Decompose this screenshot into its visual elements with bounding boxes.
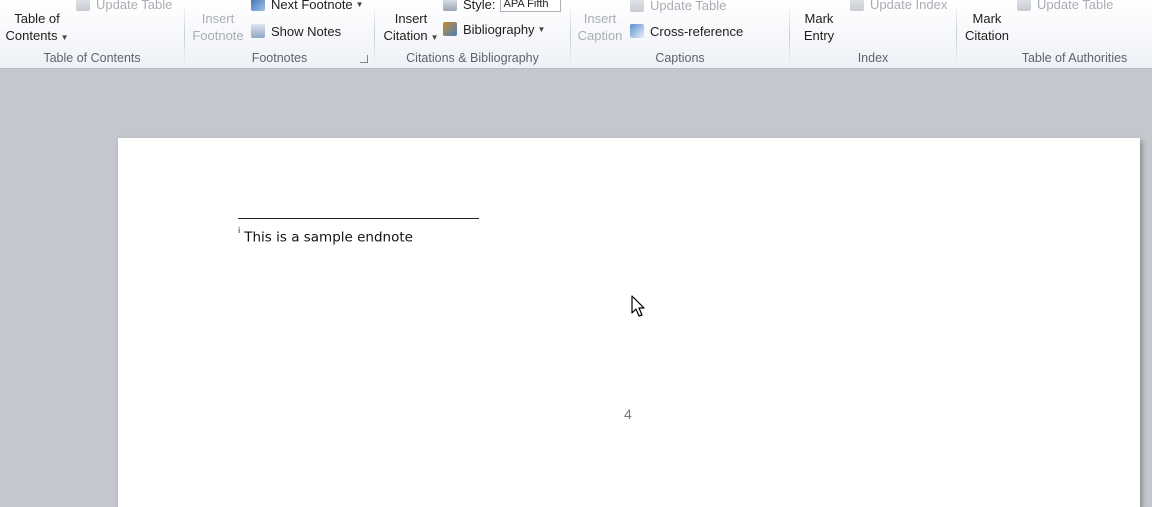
update-table-label: Update Table <box>96 0 173 12</box>
bibliography-label: Bibliography <box>463 21 535 37</box>
insert-citation-label-2: Citation <box>383 28 428 43</box>
authorities-group-label: Table of Authorities <box>1021 51 1128 65</box>
show-notes-label: Show Notes <box>271 23 342 39</box>
chevron-down-icon: ▼ <box>537 24 546 34</box>
index-group: Mark Entry Update Index Index <box>790 0 956 68</box>
chevron-down-icon: ▼ <box>430 33 439 42</box>
insert-footnote-label-1: Insert <box>201 11 235 26</box>
show-notes-button[interactable]: Show Notes <box>251 21 341 41</box>
captions-group: Insert Caption Update Table Cross-refere… <box>571 0 789 68</box>
mark-entry-label-1: Mark <box>804 11 834 26</box>
references-ribbon: Table of Contents ▼ Update Table Table of… <box>0 0 1152 69</box>
cross-reference-icon <box>630 24 644 38</box>
style-icon <box>443 0 457 11</box>
endnote-separator <box>238 218 479 219</box>
update-index-button[interactable]: Update Index <box>850 0 947 14</box>
dialog-launcher-icon[interactable] <box>360 55 368 63</box>
insert-footnote-label-2: Footnote <box>192 28 244 43</box>
mark-citation-label-2: Citation <box>964 28 1010 43</box>
table-of-contents-group-label: Table of Contents <box>43 51 141 65</box>
table-of-contents-label-1: Table of <box>14 11 60 26</box>
update-captions-table-label: Update Table <box>650 0 727 13</box>
chevron-down-icon: ▼ <box>60 33 69 42</box>
insert-citation-button[interactable]: Insert Citation ▼ <box>379 10 443 46</box>
mark-entry-label-2: Entry <box>803 28 835 43</box>
footnotes-group: Insert Footnote Next Footnote ▼ Show Note… <box>185 0 374 68</box>
update-table-icon <box>76 0 90 11</box>
table-of-contents-button[interactable]: Table of Contents ▼ <box>2 10 72 46</box>
update-index-icon <box>850 0 864 11</box>
document-page[interactable]: i This is a sample endnote 4 <box>118 138 1140 507</box>
insert-footnote-button[interactable]: Insert Footnote <box>189 10 247 44</box>
update-index-label: Update Index <box>870 0 948 12</box>
cross-reference-label: Cross-reference <box>650 23 744 39</box>
table-of-authorities-group: Mark Citation Update Table Table of Auth… <box>957 0 1152 68</box>
table-of-contents-group: Table of Contents ▼ Update Table Table of… <box>0 0 184 68</box>
insert-caption-label-2: Caption <box>577 28 623 43</box>
endnote-text: This is a sample endnote <box>244 229 413 246</box>
mark-citation-label-1: Mark <box>972 11 1002 26</box>
bibliography-button[interactable]: Bibliography ▼ <box>443 19 545 39</box>
mark-entry-button[interactable]: Mark Entry <box>796 10 842 44</box>
citations-bibliography-group: Insert Citation ▼ Style: APA Fifth Biblio… <box>375 0 570 68</box>
footnotes-group-label: Footnotes <box>251 51 308 65</box>
style-selector[interactable]: Style: APA Fifth <box>443 0 561 14</box>
endnote-entry[interactable]: i This is a sample endnote <box>238 226 413 246</box>
update-table-button[interactable]: Update Table <box>76 0 172 14</box>
next-footnote-button[interactable]: Next Footnote ▼ <box>251 0 364 14</box>
chevron-down-icon: ▼ <box>355 0 364 9</box>
show-notes-icon <box>251 24 265 38</box>
table-of-contents-label-2: Contents <box>5 28 58 43</box>
mouse-pointer-icon <box>631 295 645 317</box>
style-dropdown[interactable]: APA Fifth <box>499 0 561 12</box>
insert-citation-label-1: Insert <box>394 11 428 26</box>
style-dropdown-value: APA Fifth <box>503 0 549 10</box>
next-footnote-icon <box>251 0 265 11</box>
insert-caption-label-1: Insert <box>583 11 617 26</box>
index-group-label: Index <box>857 51 889 65</box>
update-table-icon <box>1017 0 1031 11</box>
document-workspace[interactable]: i This is a sample endnote 4 <box>0 69 1152 507</box>
mark-citation-button[interactable]: Mark Citation <box>961 10 1013 44</box>
cross-reference-button[interactable]: Cross-reference <box>630 21 743 41</box>
update-table-icon <box>630 0 644 12</box>
insert-caption-button[interactable]: Insert Caption <box>575 10 625 44</box>
update-authorities-table-button[interactable]: Update Table <box>1017 0 1113 14</box>
style-label: Style: <box>463 0 496 12</box>
update-authorities-table-label: Update Table <box>1037 0 1114 12</box>
citations-group-label: Citations & Bibliography <box>406 51 539 65</box>
bibliography-icon <box>443 22 457 36</box>
captions-group-label: Captions <box>655 51 705 65</box>
next-footnote-label: Next Footnote <box>271 0 353 12</box>
page-number: 4 <box>624 406 632 422</box>
endnote-marker: i <box>238 226 241 235</box>
update-captions-table-button[interactable]: Update Table <box>630 0 726 15</box>
